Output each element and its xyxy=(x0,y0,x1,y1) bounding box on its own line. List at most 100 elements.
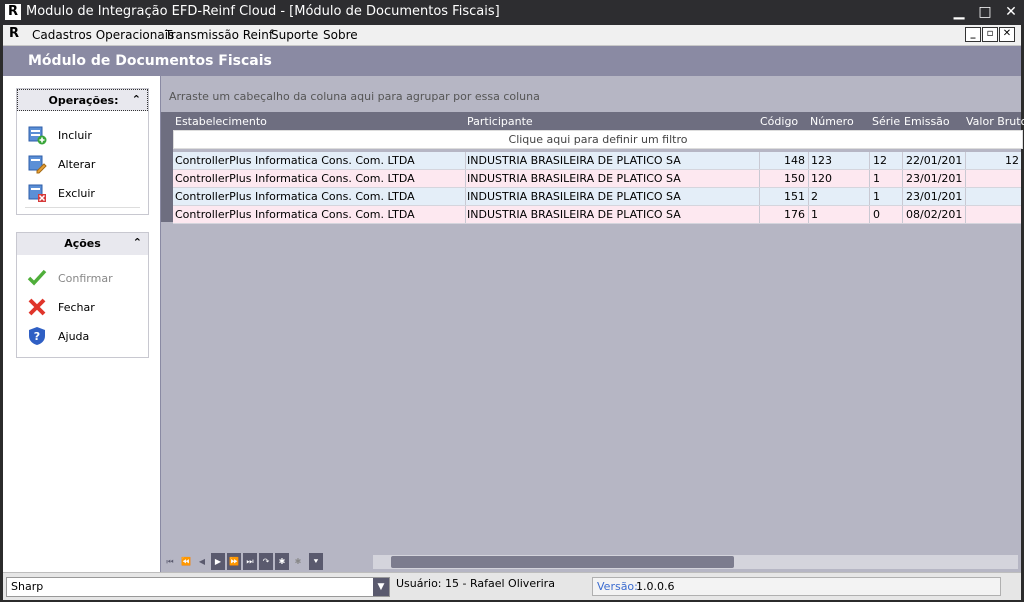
cell-separator xyxy=(902,206,903,223)
page-header: Módulo de Documentos Fiscais xyxy=(3,46,1021,76)
edit-document-icon xyxy=(28,155,47,174)
last-record-button[interactable]: ⏭ xyxy=(243,553,257,570)
cell-serie: 0 xyxy=(873,208,880,221)
next-page-button[interactable]: ⏩ xyxy=(227,553,241,570)
cell-emissao: 23/01/2019 xyxy=(906,172,962,185)
column-header-row: Estabelecimento Participante Código Núme… xyxy=(161,112,1024,130)
col-numero[interactable]: Número xyxy=(810,115,854,128)
close-x-icon xyxy=(28,298,46,316)
cell-separator xyxy=(869,188,870,205)
cell-separator xyxy=(869,152,870,169)
cell-separator xyxy=(965,188,966,205)
cell-estabelecimento: ControllerPlus Informatica Cons. Com. LT… xyxy=(175,208,415,221)
cell-serie: 1 xyxy=(873,190,880,203)
cell-emissao: 23/01/2019 xyxy=(906,190,962,203)
acoes-title: Ações xyxy=(64,237,101,250)
cell-numero: 1 xyxy=(811,208,818,221)
table-row[interactable]: ControllerPlus Informatica Cons. Com. LT… xyxy=(173,170,1021,188)
prev-page-button[interactable]: ⏪ xyxy=(179,553,193,570)
ajuda-label: Ajuda xyxy=(58,330,90,343)
table-row[interactable]: ControllerPlus Informatica Cons. Com. LT… xyxy=(173,206,1021,224)
menu-logo-icon: R xyxy=(9,26,20,41)
cell-codigo: 176 xyxy=(784,208,805,221)
col-serie[interactable]: Série xyxy=(872,115,900,128)
operacoes-title: Operações: xyxy=(48,94,119,107)
cell-participante: INDUSTRIA BRASILEIRA DE PLATICO SA xyxy=(467,208,681,221)
cell-estabelecimento: ControllerPlus Informatica Cons. Com. LT… xyxy=(175,172,415,185)
help-shield-icon: ? xyxy=(29,327,45,345)
cell-numero: 120 xyxy=(811,172,832,185)
excluir-label: Excluir xyxy=(58,187,95,200)
page-title: Módulo de Documentos Fiscais xyxy=(28,53,272,69)
scrollbar-thumb[interactable] xyxy=(391,556,734,568)
filter-row[interactable]: Clique aqui para definir um filtro xyxy=(173,130,1023,149)
app-logo-icon: R xyxy=(5,4,21,20)
version-value: 1.0.0.6 xyxy=(636,580,675,593)
group-by-hint[interactable]: Arraste um cabeçalho da coluna aqui para… xyxy=(169,90,540,103)
operacoes-header[interactable]: Operações: ⌃ xyxy=(17,89,148,111)
version-label: Versão: xyxy=(597,580,638,593)
cell-separator xyxy=(965,170,966,187)
record-navigator: ⏮ ⏪ ◀ ▶ ⏩ ⏭ ↷ ✱ ✱ ⯆ xyxy=(163,553,323,570)
collapse-chevron-icon[interactable]: ⌃ xyxy=(132,93,141,106)
filter-button[interactable]: ⯆ xyxy=(309,553,323,570)
insert-record-button[interactable]: ✱ xyxy=(275,553,289,570)
cell-separator xyxy=(965,206,966,223)
check-icon xyxy=(27,269,47,286)
cell-valor: 12 xyxy=(1005,154,1019,167)
mdi-close-button[interactable]: ✕ xyxy=(999,27,1015,42)
cell-emissao: 22/01/2019 xyxy=(906,154,962,167)
alterar-label: Alterar xyxy=(58,158,96,171)
menu-cadastros[interactable]: Cadastros Operacionais xyxy=(32,28,174,42)
col-codigo[interactable]: Código xyxy=(760,115,798,128)
prev-record-button[interactable]: ◀ xyxy=(195,553,209,570)
menu-bar: R Cadastros Operacionais Transmissão Rei… xyxy=(3,25,1021,46)
company-combo[interactable]: Sharp ▼ xyxy=(6,577,390,597)
cell-participante: INDUSTRIA BRASILEIRA DE PLATICO SA xyxy=(467,154,681,167)
col-estabelecimento[interactable]: Estabelecimento xyxy=(175,115,267,128)
mdi-minimize-button[interactable]: _ xyxy=(965,27,981,42)
cell-estabelecimento: ControllerPlus Informatica Cons. Com. LT… xyxy=(175,154,415,167)
menu-sobre[interactable]: Sobre xyxy=(323,28,358,42)
dropdown-arrow-icon[interactable]: ▼ xyxy=(373,578,389,596)
user-info: Usuário: 15 - Rafael Oliverira xyxy=(396,577,555,590)
close-window-button[interactable]: ✕ xyxy=(1000,2,1022,22)
cell-separator xyxy=(465,188,466,205)
table-row[interactable]: ControllerPlus Informatica Cons. Com. LT… xyxy=(173,188,1021,206)
cell-numero: 2 xyxy=(811,190,818,203)
cell-codigo: 151 xyxy=(784,190,805,203)
minimize-button[interactable]: ▁ xyxy=(948,2,970,22)
operacoes-group: Operações: ⌃ Incluir Alterar Excluir xyxy=(16,88,149,215)
menu-transmissao[interactable]: Transmissão Reinf xyxy=(165,28,273,42)
svg-text:?: ? xyxy=(34,330,40,343)
mdi-restore-button[interactable]: ▫ xyxy=(982,27,998,42)
col-valor-bruto[interactable]: Valor Bruto xyxy=(966,115,1024,128)
delete-document-icon xyxy=(28,184,46,202)
maximize-button[interactable]: □ xyxy=(974,2,996,22)
cell-participante: INDUSTRIA BRASILEIRA DE PLATICO SA xyxy=(467,172,681,185)
incluir-label: Incluir xyxy=(58,129,92,142)
version-box: Versão: 1.0.0.6 xyxy=(592,577,1001,596)
first-record-button[interactable]: ⏮ xyxy=(163,553,177,570)
cell-separator xyxy=(465,170,466,187)
collapse-chevron-icon[interactable]: ⌃ xyxy=(133,236,142,249)
refresh-button[interactable]: ↷ xyxy=(259,553,273,570)
cell-separator xyxy=(808,188,809,205)
cell-numero: 123 xyxy=(811,154,832,167)
table-row[interactable]: ControllerPlus Informatica Cons. Com. LT… xyxy=(173,152,1021,170)
col-emissao[interactable]: Emissão xyxy=(904,115,950,128)
cell-separator xyxy=(869,206,870,223)
next-record-button[interactable]: ▶ xyxy=(211,553,225,570)
add-document-icon xyxy=(28,126,47,145)
title-bar: R Modulo de Integração EFD-Reinf Cloud -… xyxy=(0,0,1024,25)
menu-suporte[interactable]: Suporte xyxy=(271,28,318,42)
append-record-button[interactable]: ✱ xyxy=(291,553,305,570)
cell-separator xyxy=(902,170,903,187)
acoes-header[interactable]: Ações ⌃ xyxy=(17,233,148,255)
cell-separator xyxy=(465,206,466,223)
fechar-label: Fechar xyxy=(58,301,95,314)
col-participante[interactable]: Participante xyxy=(467,115,533,128)
cell-serie: 12 xyxy=(873,154,887,167)
grid-area xyxy=(161,76,1021,572)
cell-participante: INDUSTRIA BRASILEIRA DE PLATICO SA xyxy=(467,190,681,203)
